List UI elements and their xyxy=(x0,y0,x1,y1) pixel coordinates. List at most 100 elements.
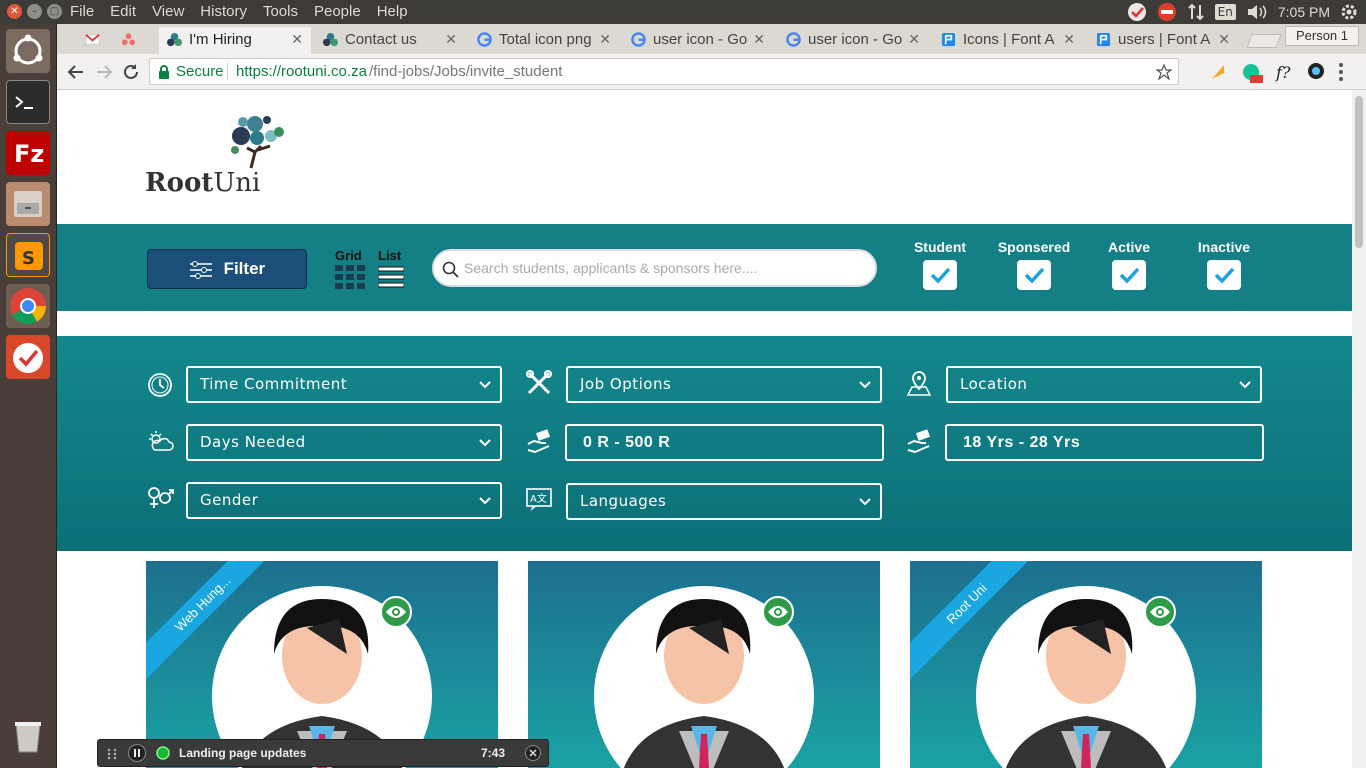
network-arrows-icon[interactable] xyxy=(1187,2,1205,22)
kebab-menu-icon[interactable] xyxy=(1337,62,1345,82)
minimize-window-button[interactable]: – xyxy=(27,4,42,19)
tab-total-icon-png[interactable]: Total icon png ✕ xyxy=(469,27,619,54)
chrome-icon[interactable] xyxy=(6,284,50,328)
filter-button[interactable]: Filter xyxy=(147,249,307,289)
profile-button[interactable]: Person 1 xyxy=(1285,26,1359,46)
salary-range-input[interactable]: 0 R - 500 R xyxy=(565,424,884,461)
settings-gear-icon[interactable] xyxy=(1340,3,1358,21)
list-view-label: List xyxy=(378,248,402,263)
logo-uni-text: Uni xyxy=(213,168,261,198)
menu-help[interactable]: Help xyxy=(377,3,408,20)
close-tab-icon[interactable]: ✕ xyxy=(1063,27,1075,52)
camera-lens-icon[interactable] xyxy=(1307,62,1325,80)
browser-tab-bar: I'm Hiring ✕ Contact us ✕ Total icon png… xyxy=(57,24,1366,54)
terminal-icon[interactable] xyxy=(6,80,50,124)
list-view-toggle[interactable]: List xyxy=(376,248,406,292)
task-app-icon[interactable] xyxy=(6,335,50,379)
profile-card[interactable]: Root Uni xyxy=(910,561,1262,768)
url-path: /find-jobs/Jobs/invite_student xyxy=(369,63,563,80)
sponsered-checkbox[interactable] xyxy=(1017,260,1051,290)
dash-home-icon[interactable] xyxy=(6,29,50,73)
address-bar[interactable]: Secure https://rootuni.co.za /find-jobs/… xyxy=(149,58,1179,85)
keyboard-layout-indicator[interactable]: En xyxy=(1214,4,1236,20)
tab-users-font-awesome[interactable]: users | Font A ✕ xyxy=(1088,27,1238,54)
maximize-window-button[interactable]: □ xyxy=(47,4,62,19)
clock[interactable]: 7:05 PM xyxy=(1278,4,1330,20)
close-tab-icon[interactable]: ✕ xyxy=(753,27,765,52)
search-input[interactable]: Search students, applicants & sponsors h… xyxy=(432,249,877,287)
search-placeholder: Search students, applicants & sponsors h… xyxy=(464,260,758,276)
checkmark-icon xyxy=(1119,267,1140,284)
scrollbar-thumb[interactable] xyxy=(1355,96,1363,248)
days-needed-value: Days Needed xyxy=(200,433,306,451)
extension-flag-icon[interactable] xyxy=(1209,62,1229,82)
menu-history[interactable]: History xyxy=(200,3,247,20)
pause-button[interactable] xyxy=(128,744,146,762)
profile-card[interactable]: Web Hung... xyxy=(146,561,498,768)
fontawesome-icon xyxy=(1096,32,1111,47)
student-checkbox[interactable] xyxy=(923,260,957,290)
file-cabinet-icon[interactable] xyxy=(6,182,50,226)
languages-select[interactable]: Languages xyxy=(566,483,882,520)
time-commitment-value: Time Commitment xyxy=(200,375,348,393)
tab-icons-font-awesome[interactable]: Icons | Font A ✕ xyxy=(933,27,1083,54)
svg-text:S: S xyxy=(22,248,35,269)
checkmark-icon xyxy=(1024,267,1045,284)
time-commitment-select[interactable]: Time Commitment xyxy=(186,366,502,403)
font-function-icon[interactable]: f? xyxy=(1275,62,1295,82)
inactive-checkbox[interactable] xyxy=(1207,260,1241,290)
view-profile-eye-button[interactable] xyxy=(762,596,794,628)
view-profile-eye-button[interactable] xyxy=(380,596,412,628)
advanced-filters-panel: Time Commitment Job Options Location Day… xyxy=(57,336,1352,551)
days-needed-select[interactable]: Days Needed xyxy=(186,424,502,461)
new-tab-button[interactable] xyxy=(1246,34,1282,48)
no-entry-icon[interactable] xyxy=(1157,2,1177,22)
close-tab-icon[interactable]: ✕ xyxy=(1218,27,1230,52)
close-icon[interactable] xyxy=(525,745,541,761)
rootuni-logo[interactable]: RootUni xyxy=(145,110,295,200)
app-menu: File Edit View History Tools People Help xyxy=(70,3,408,20)
menu-tools[interactable]: Tools xyxy=(263,3,298,20)
task-check-icon[interactable] xyxy=(1127,2,1147,22)
back-arrow-icon[interactable] xyxy=(67,63,85,81)
close-tab-icon[interactable]: ✕ xyxy=(291,27,303,52)
svg-text:A文: A文 xyxy=(530,492,547,505)
menu-people[interactable]: People xyxy=(314,3,361,20)
tab-im-hiring[interactable]: I'm Hiring ✕ xyxy=(159,27,311,54)
bookmark-star-icon[interactable] xyxy=(1156,64,1172,80)
grid-view-label: Grid xyxy=(335,248,362,263)
gmail-icon xyxy=(85,34,100,45)
tab-asana[interactable] xyxy=(113,27,157,54)
volume-icon[interactable] xyxy=(1246,3,1268,21)
filezilla-icon[interactable]: Fz xyxy=(6,131,50,175)
grammarly-off-icon[interactable] xyxy=(1241,62,1263,84)
hand-money-icon xyxy=(907,429,931,454)
gender-value: Gender xyxy=(200,491,259,509)
view-profile-eye-button[interactable] xyxy=(1144,596,1176,628)
grid-view-toggle[interactable]: Grid xyxy=(334,248,366,292)
drag-handle-icon[interactable] xyxy=(107,748,117,760)
reload-icon[interactable] xyxy=(122,63,140,81)
gender-select[interactable]: Gender xyxy=(186,482,502,519)
trash-icon[interactable] xyxy=(6,714,50,758)
tab-user-icon-1[interactable]: user icon - Go ✕ xyxy=(623,27,773,54)
job-options-select[interactable]: Job Options xyxy=(566,366,882,403)
page-scrollbar[interactable] xyxy=(1352,90,1366,768)
tab-gmail[interactable] xyxy=(77,27,111,54)
location-select[interactable]: Location xyxy=(946,366,1262,403)
close-tab-icon[interactable]: ✕ xyxy=(599,27,611,52)
menu-view[interactable]: View xyxy=(152,3,184,20)
age-range-input[interactable]: 18 Yrs - 28 Yrs xyxy=(945,424,1264,461)
tab-user-icon-2[interactable]: user icon - Go ✕ xyxy=(778,27,928,54)
menu-edit[interactable]: Edit xyxy=(110,3,136,20)
forward-arrow-icon[interactable] xyxy=(95,63,113,81)
sublime-text-icon[interactable]: S xyxy=(6,233,50,277)
active-checkbox[interactable] xyxy=(1112,260,1146,290)
profile-card[interactable] xyxy=(528,561,880,768)
menu-file[interactable]: File xyxy=(70,3,94,20)
close-tab-icon[interactable]: ✕ xyxy=(908,27,920,52)
close-tab-icon[interactable]: ✕ xyxy=(445,27,457,52)
rootuni-icon xyxy=(323,32,338,47)
tab-contact-us[interactable]: Contact us ✕ xyxy=(315,27,465,54)
close-window-button[interactable]: ✕ xyxy=(7,4,22,19)
